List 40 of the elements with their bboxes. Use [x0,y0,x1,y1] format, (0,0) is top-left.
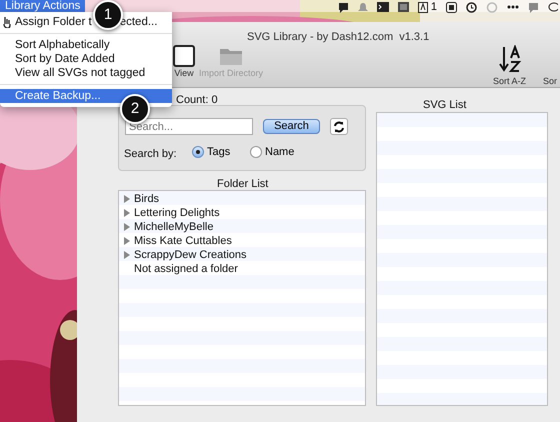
collapsed-triangle-icon[interactable] [124,251,130,259]
menu-item[interactable]: View all SVGs not tagged [0,66,172,80]
sort-icon [498,45,522,75]
toolbar-button[interactable]: Sort A-Z [493,45,526,88]
list-title: Folder List [217,177,268,192]
collapsed-triangle-icon[interactable] [124,209,130,217]
calendar-icon[interactable] [446,2,457,12]
radio-option[interactable]: Tags [192,144,230,160]
tree-row[interactable]: MichelleMyBelle [120,220,364,234]
speech-bubble-icon[interactable] [548,2,558,12]
window-title: SVG Library - by Dash12.com v1.3.1 [247,30,430,45]
radio-option[interactable]: Name [250,144,294,160]
refresh-button[interactable] [330,118,348,135]
terminal-icon[interactable] [377,2,390,12]
toolbar-button[interactable]: View [172,45,196,80]
collapsed-triangle-icon[interactable] [124,195,130,203]
collapsed-triangle-icon[interactable] [124,237,130,245]
tree-row[interactable]: ScrappyDew Creations [120,248,364,262]
menu-item[interactable]: Sort by Date Added [0,52,172,66]
tree-row[interactable]: Miss Kate Cuttables [120,234,364,248]
refresh-icon [333,120,345,132]
toolbar-button[interactable]: Sor [543,45,558,88]
search-button[interactable]: Search [263,119,320,134]
count-label: Count: 0 [176,93,218,108]
search-field[interactable]: Search... [125,118,253,135]
image-icon[interactable] [398,2,410,12]
tree-row[interactable]: Birds [120,192,364,206]
more-icon[interactable] [507,5,519,9]
tree-row[interactable]: Lettering Delights [120,206,364,220]
menu-bar-item[interactable]: Library Actions [0,0,86,12]
document-icon[interactable] [418,2,428,12]
status-count: 1 [430,0,437,15]
chat-icon[interactable] [338,2,350,12]
tree-row[interactable]: Not assigned a folder [120,262,364,276]
menu-item[interactable]: Sort Alphabetically [0,38,172,52]
menu-item[interactable]: Create Backup... [0,89,172,103]
search-by-label: Search by: [124,147,177,162]
collapsed-triangle-icon[interactable] [124,223,130,231]
clock-icon[interactable] [466,2,477,12]
list-title: SVG List [423,98,466,113]
